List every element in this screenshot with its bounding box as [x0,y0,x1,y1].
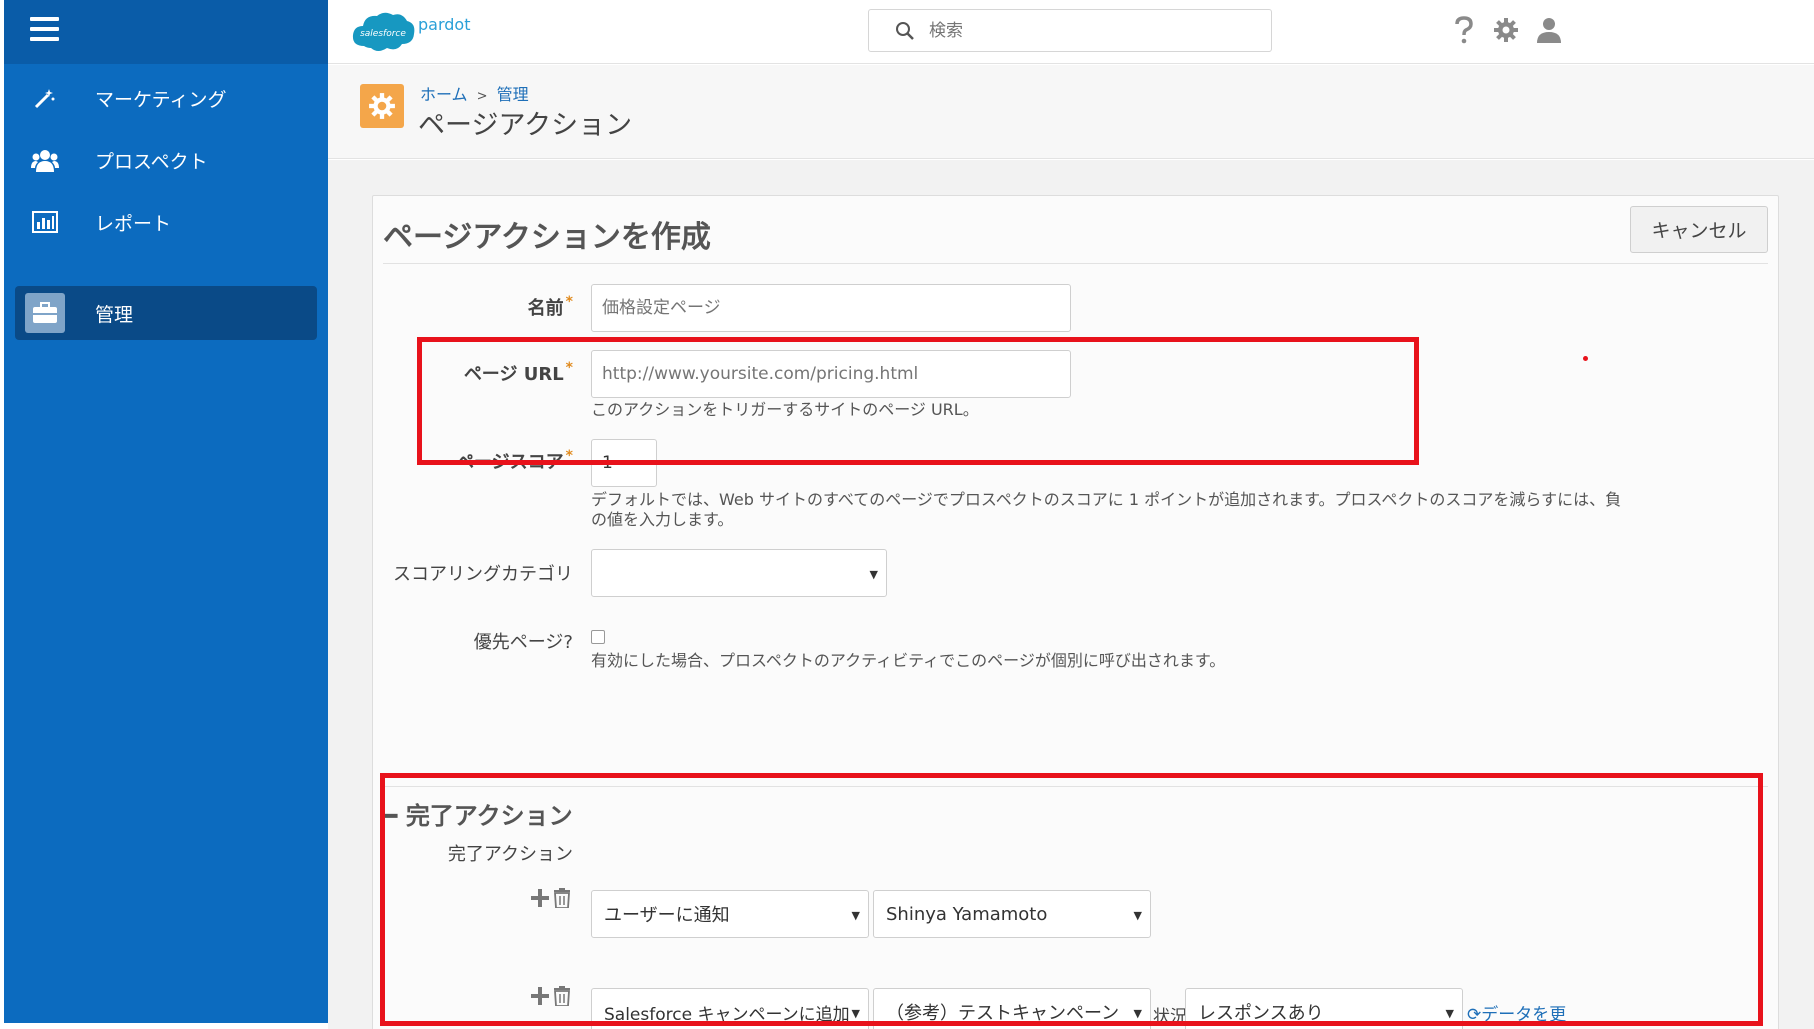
score-label: ページスコア * [313,448,573,474]
required-mark: * [565,360,573,376]
main-content: ページアクションを作成 キャンセル 名前* ページ URL* このアクションをト… [328,160,1814,1029]
add-icon[interactable] [531,987,549,1005]
score-help-text: デフォルトでは、Web サイトのすべてのページでプロスペクトのスコアに 1 ポイ… [591,490,1761,530]
salesforce-cloud-icon: salesforce [352,12,415,51]
sidebar-item-label: プロスペクト [95,150,208,173]
chart-icon [25,202,65,242]
chevron-down-icon: ▼ [1133,909,1142,922]
gear-icon[interactable] [1490,14,1522,46]
priority-label: 優先ページ? [473,632,573,653]
sidebar-item-prospects[interactable]: プロスペクト [15,133,317,187]
breadcrumb: ホーム > 管理 [420,81,529,105]
url-input[interactable] [591,350,1071,398]
url-label-text: ページ URL [463,364,564,385]
top-header: salesforce pardot [328,0,1814,64]
form-panel: ページアクションを作成 キャンセル 名前* ページ URL* このアクションをト… [372,195,1779,1029]
completion-section-title-text: 完了アクション [405,802,573,830]
url-help-text: このアクションをトリガーするサイトのページ URL。 [591,400,979,419]
score-help-line: デフォルトでは、Web サイトのすべてのページでプロスペクトのスコアに 1 ポイ… [591,490,1622,509]
action-target-select[interactable]: Shinya Yamamoto ▼ [873,890,1151,938]
chevron-down-icon: ▼ [851,1007,860,1020]
category-select[interactable]: ▼ [591,549,887,597]
trash-icon[interactable] [553,986,571,1006]
page-title: ページアクション [418,110,633,141]
action-type-select[interactable]: Salesforce キャンペーンに追加 ▼ [591,988,869,1029]
cancel-button[interactable]: キャンセル [1630,206,1768,253]
sidebar-item-admin[interactable]: 管理 [15,286,317,340]
highlight-dot [1583,356,1588,361]
logo-product-text: pardot [418,14,471,34]
category-label: スコアリングカテゴリ [393,564,573,585]
action-target-select[interactable]: （参考）テストキャンペーン ▼ [873,988,1151,1029]
sidebar-item-label: 管理 [95,303,134,326]
search-input[interactable] [929,20,1229,41]
completion-section-title[interactable]: ━ 完了アクション [383,796,573,831]
hamburger-menu-icon[interactable] [30,17,59,43]
action-type-select[interactable]: ユーザーに通知 ▼ [591,890,869,938]
chevron-down-icon: ▼ [869,568,878,581]
score-help-line: の値を入力します。 [591,510,734,529]
required-mark: * [565,294,573,310]
chevron-down-icon: ▼ [1133,1007,1142,1020]
page-title-band: ホーム > 管理 ページアクション [328,65,1814,159]
refresh-icon: ⟳ [1467,1005,1482,1025]
action-row-controls [531,888,571,908]
sidebar-item-label: レポート [95,212,172,235]
help-icon[interactable] [1448,14,1480,46]
logo-brand-text: salesforce [360,29,406,39]
completion-row-label: 完了アクション [447,844,573,865]
sidebar-top [4,0,328,64]
action-type-value: Salesforce キャンペーンに追加 [604,1004,850,1025]
trash-icon[interactable] [553,888,571,908]
chevron-down-icon: ▼ [1445,1007,1454,1020]
url-label: ページ URL * [313,360,573,386]
score-input[interactable] [591,439,657,487]
user-icon[interactable] [1533,14,1565,46]
sidebar-item-reports[interactable]: レポート [15,195,317,249]
search-icon [896,21,914,40]
action-row-controls [531,986,571,1006]
name-label: 名前 * [313,294,573,320]
settings-gear-icon [360,84,404,128]
sidebar-item-label: マーケティング [95,88,227,111]
form-title: ページアクションを作成 [383,220,711,255]
name-input[interactable] [591,284,1071,332]
score-label-text: ページスコア [456,452,564,473]
priority-help-text: 有効にした場合、プロスペクトのアクティビティでこのページが個別に呼び出されます。 [591,651,1226,670]
required-mark: * [565,448,573,464]
logo[interactable]: salesforce pardot [350,8,470,54]
add-icon[interactable] [531,889,549,907]
sidebar: マーケティング プロスペクト レポート 管理 [4,0,328,1023]
priority-checkbox[interactable] [591,630,605,644]
magic-wand-icon [25,78,65,118]
people-icon [25,140,65,180]
chevron-down-icon: ▼ [851,909,860,922]
status-select[interactable]: レスポンスあり ▼ [1185,988,1463,1029]
status-label: 状況 [1153,1007,1187,1027]
action-target-value: （参考）テストキャンペーン [886,1003,1120,1024]
breadcrumb-home-link[interactable]: ホーム [420,85,468,104]
collapse-icon: ━ [383,802,406,830]
refresh-link-text: データを更 [1481,1005,1567,1025]
refresh-data-link[interactable]: ⟳データを更 [1467,1000,1566,1025]
briefcase-icon [25,293,65,333]
action-target-value: Shinya Yamamoto [886,903,1048,925]
search-box[interactable] [868,9,1272,52]
status-value: レスポンスあり [1198,1003,1324,1024]
breadcrumb-admin-link[interactable]: 管理 [497,85,529,104]
breadcrumb-separator: > [476,89,488,104]
name-label-text: 名前 [527,298,564,319]
divider [383,786,1768,787]
sidebar-item-marketing[interactable]: マーケティング [15,71,317,125]
divider [383,263,1768,264]
action-type-value: ユーザーに通知 [604,905,730,926]
